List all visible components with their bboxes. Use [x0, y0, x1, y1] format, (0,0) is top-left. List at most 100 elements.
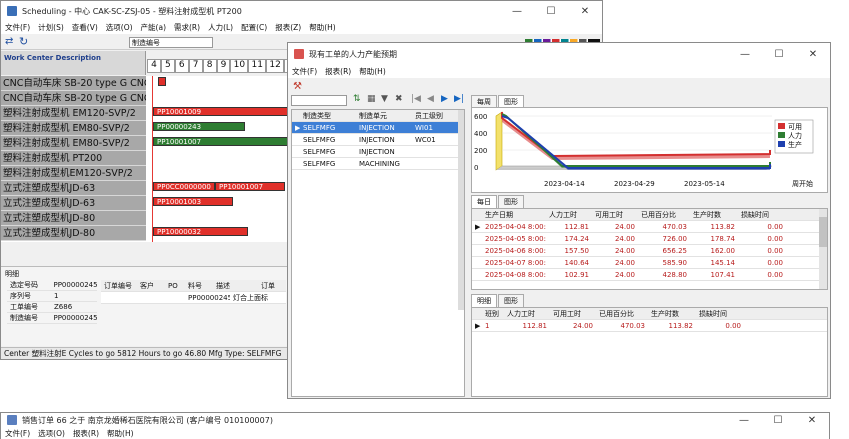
minimize-icon[interactable]: —: [728, 49, 762, 60]
job-bar[interactable]: PP0CC0000000: [153, 182, 215, 191]
day-5: 5: [160, 59, 175, 73]
job-bar[interactable]: PP00000243: [153, 122, 245, 131]
work-center-row[interactable]: CNC自动车床 SB-20 type G CNC: [1, 76, 146, 91]
work-center-row[interactable]: 塑料注射成型机 EM80-SVP/2: [1, 121, 146, 136]
column-header[interactable]: 生产时数: [648, 309, 696, 319]
table-row[interactable]: 2025-04-06 8:00:00 157.50 24.00 656.25 162.0…: [472, 245, 827, 257]
filter-input[interactable]: [291, 95, 347, 106]
column-header[interactable]: 人力工时: [504, 309, 550, 319]
column-header[interactable]: 损缺时间: [738, 210, 786, 220]
column-header[interactable]: 客户: [137, 281, 165, 291]
maximize-icon[interactable]: ☐: [762, 49, 796, 60]
menu-file[interactable]: 文件(F): [5, 428, 30, 439]
column-header[interactable]: 班别: [482, 309, 504, 319]
filter-icon[interactable]: ▼: [381, 94, 388, 104]
menu-help[interactable]: 帮助(H): [359, 66, 386, 77]
column-header[interactable]: 料号: [185, 281, 213, 291]
column-header[interactable]: 订单编号: [101, 281, 137, 291]
work-center-row[interactable]: 塑料注射成型机 PT200: [1, 151, 146, 166]
tab-detail[interactable]: 明细: [471, 294, 497, 307]
work-center-row[interactable]: 立式注塑成型机JD-80: [1, 211, 146, 226]
job-bar[interactable]: [158, 77, 166, 86]
chart-wall: [495, 111, 503, 171]
table-row[interactable]: 2025-04-08 8:00:00 102.91 24.00 428.80 107.4…: [472, 269, 827, 281]
column-header[interactable]: 损缺时间: [696, 309, 744, 319]
table-scrollbar[interactable]: [458, 110, 464, 310]
cell: 24.00: [614, 246, 635, 255]
menu-help[interactable]: 帮助(H): [309, 22, 336, 33]
menu-report[interactable]: 报表(Z): [275, 22, 301, 33]
job-bar[interactable]: PP10001007: [215, 182, 285, 191]
bracket-icon[interactable]: ⇄: [5, 36, 13, 47]
table-row[interactable]: SELFMFG INJECTION WC01: [292, 134, 464, 146]
clear-filter-icon[interactable]: ✖: [395, 94, 403, 104]
column-header[interactable]: 可用工时: [550, 309, 596, 319]
work-center-row[interactable]: 立式注塑成型机JD-63: [1, 181, 146, 196]
daily-scrollbar[interactable]: [819, 209, 827, 289]
job-bar[interactable]: PP10001007: [153, 137, 293, 146]
tab-summary-chart[interactable]: 图形: [498, 294, 524, 307]
prev-icon[interactable]: ◀: [427, 94, 434, 104]
last-icon[interactable]: ▶|: [454, 94, 464, 104]
job-bar[interactable]: PP10001009: [153, 107, 293, 116]
table-row[interactable]: ▶2025-04-04 8:00:00112.8124.00470.03113.…: [472, 221, 827, 233]
next-icon[interactable]: ▶: [441, 94, 448, 104]
cell: 2025-04-08 8:00:00: [485, 270, 546, 279]
table-row[interactable]: SELFMFG INJECTION: [292, 146, 464, 158]
column-header[interactable]: 生产日期: [482, 210, 546, 220]
column-header[interactable]: 可用工时: [592, 210, 638, 220]
table-row[interactable]: ▶ SELFMFG INJECTION WI01: [292, 122, 464, 134]
menu-plan[interactable]: 计划(S): [38, 22, 64, 33]
work-center-row[interactable]: 立式注塑成型机JD-80: [1, 226, 146, 241]
column-header[interactable]: 已用百分比: [596, 309, 648, 319]
menu-file[interactable]: 文件(F): [292, 66, 317, 77]
tab-daily[interactable]: 每日: [471, 195, 497, 208]
tab-daily-chart[interactable]: 图形: [498, 195, 524, 208]
job-bar[interactable]: PP10001003: [153, 197, 233, 206]
close-icon[interactable]: ✕: [795, 415, 829, 426]
work-center-row[interactable]: 塑料注射成型机EM120-SVP/2: [1, 166, 146, 181]
column-header[interactable]: 制造单元: [356, 111, 412, 121]
grid-icon[interactable]: ▦: [367, 94, 376, 104]
menu-config[interactable]: 配置(C): [241, 22, 267, 33]
table-row[interactable]: ▶ 1 112.81 24.00 470.03 113.82 0.00: [472, 320, 827, 332]
column-header[interactable]: 人力工时: [546, 210, 592, 220]
menu-view[interactable]: 查看(V): [72, 22, 98, 33]
close-icon[interactable]: ✕: [568, 6, 602, 17]
menu-demand[interactable]: 需求(R): [174, 22, 200, 33]
column-header[interactable]: 描述: [213, 281, 258, 291]
work-center-row[interactable]: 塑料注射成型机 EM120-SVP/2: [1, 106, 146, 121]
first-icon[interactable]: |◀: [411, 94, 421, 104]
column-header[interactable]: 生产时数: [690, 210, 738, 220]
menu-options[interactable]: 选项(O): [106, 22, 133, 33]
menu-report[interactable]: 报表(R): [325, 66, 351, 77]
column-header[interactable]: 已用百分比: [638, 210, 690, 220]
work-center-row[interactable]: 塑料注射成型机 EM80-SVP/2: [1, 136, 146, 151]
column-header[interactable]: 订单: [258, 281, 283, 291]
menu-options[interactable]: 选项(O): [38, 428, 65, 439]
menu-report[interactable]: 报表(R): [73, 428, 99, 439]
minimize-icon[interactable]: —: [727, 415, 761, 426]
maximize-icon[interactable]: ☐: [534, 6, 568, 17]
work-center-row[interactable]: 立式注塑成型机JD-63: [1, 196, 146, 211]
job-bar[interactable]: PP10000032: [153, 227, 248, 236]
refresh-icon[interactable]: ↻: [19, 35, 28, 48]
capacity-icon[interactable]: ⚒: [293, 81, 302, 92]
column-header[interactable]: 制造类型: [300, 111, 356, 121]
table-row[interactable]: 2025-04-07 8:00:00 140.64 24.00 585.90 145.1…: [472, 257, 827, 269]
column-header[interactable]: PO: [165, 282, 185, 290]
sort-icon[interactable]: ⇅: [353, 94, 361, 104]
maximize-icon[interactable]: ☐: [761, 415, 795, 426]
menu-help[interactable]: 帮助(H): [107, 428, 134, 439]
work-center-row[interactable]: CNC自动车床 SB-20 type G CNC: [1, 91, 146, 106]
menu-capacity[interactable]: 产能(a): [141, 22, 166, 33]
column-header[interactable]: 员工级别: [412, 111, 462, 121]
toolbar-field[interactable]: 制造编号: [129, 37, 213, 48]
cell: 102.91: [564, 270, 590, 279]
close-icon[interactable]: ✕: [796, 49, 830, 60]
menu-labor[interactable]: 人力(L): [208, 22, 233, 33]
menu-file[interactable]: 文件(F): [5, 22, 30, 33]
table-row[interactable]: SELFMFG MACHINING: [292, 158, 464, 170]
minimize-icon[interactable]: —: [500, 6, 534, 17]
table-row[interactable]: 2025-04-05 8:00:00 174.24 24.00 726.00 178.7…: [472, 233, 827, 245]
